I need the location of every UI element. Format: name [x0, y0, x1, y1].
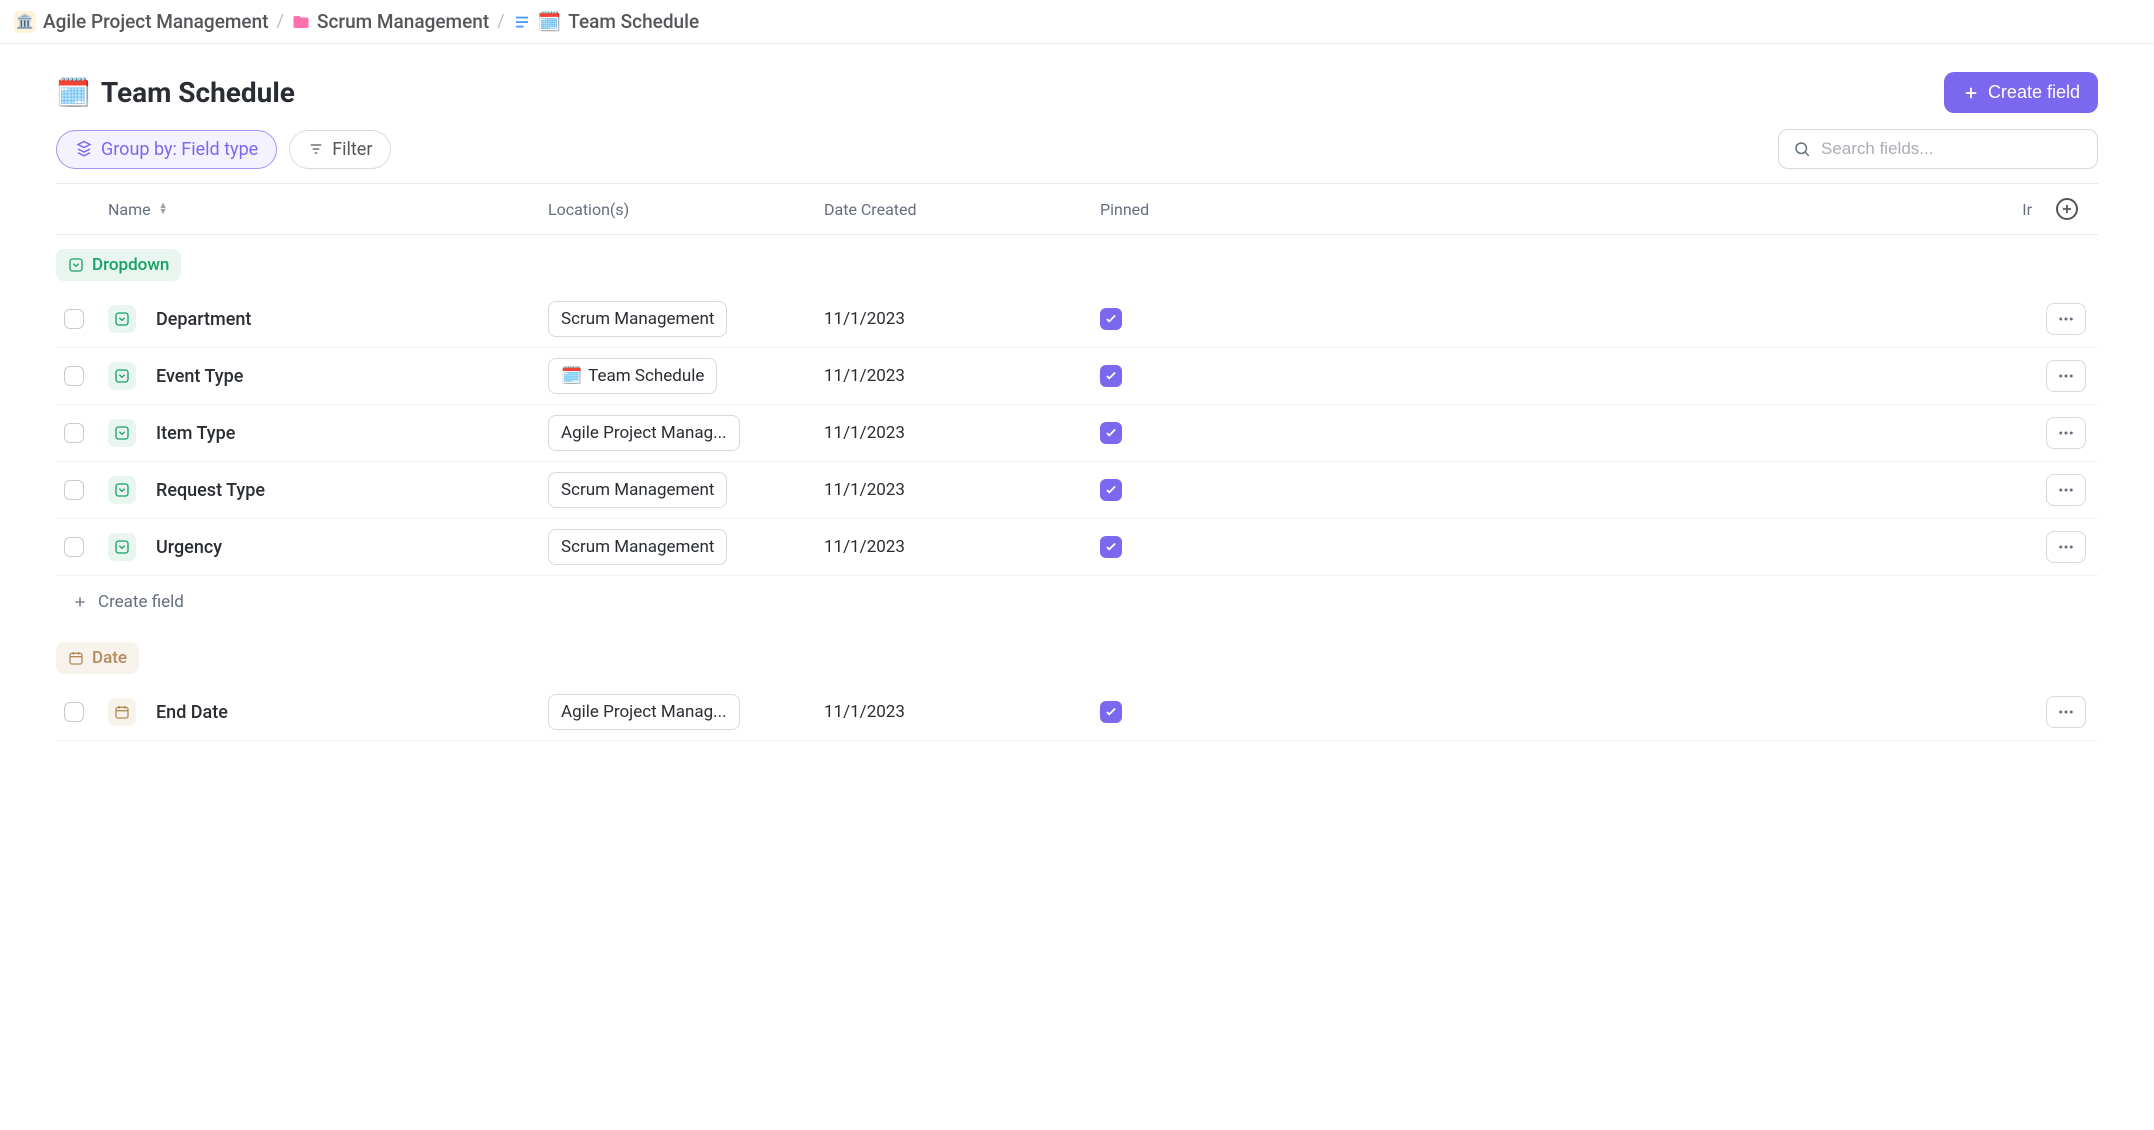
- group-header-date[interactable]: Date: [56, 628, 2098, 684]
- row-actions-button[interactable]: [2046, 417, 2086, 449]
- date-created: 11/1/2023: [824, 702, 905, 722]
- group-label: Dropdown: [92, 255, 169, 275]
- search-icon: [1793, 140, 1811, 158]
- breadcrumb-label: Scrum Management: [317, 10, 489, 33]
- calendar-emoji: 🗓️: [538, 10, 562, 33]
- date-icon: [68, 650, 84, 666]
- sort-icon[interactable]: ▲▼: [159, 203, 168, 215]
- field-name: Event Type: [156, 366, 243, 387]
- row-actions-button[interactable]: [2046, 360, 2086, 392]
- breadcrumb-label: Agile Project Management: [43, 10, 269, 33]
- location-chip[interactable]: 🗓️ Team Schedule: [548, 358, 717, 394]
- table-row[interactable]: Urgency Scrum Management 11/1/2023: [56, 519, 2098, 576]
- dropdown-icon: [108, 362, 136, 390]
- breadcrumb: 🏛️ Agile Project Management / Scrum Mana…: [0, 0, 2154, 44]
- pinned-badge[interactable]: [1100, 701, 1122, 723]
- table-row[interactable]: End Date Agile Project Manag... 11/1/2023: [56, 684, 2098, 741]
- row-checkbox[interactable]: [64, 366, 84, 386]
- location-chip[interactable]: Scrum Management: [548, 472, 727, 508]
- field-name: Request Type: [156, 480, 265, 501]
- field-name: End Date: [156, 702, 228, 723]
- date-created: 11/1/2023: [824, 309, 905, 329]
- group-pill[interactable]: Dropdown: [56, 249, 181, 281]
- location-chip[interactable]: Agile Project Manag...: [548, 694, 740, 730]
- column-header-pinned[interactable]: Pinned: [1100, 200, 1149, 219]
- pinned-badge[interactable]: [1100, 422, 1122, 444]
- location-chip[interactable]: Scrum Management: [548, 529, 727, 565]
- group-pill[interactable]: Date: [56, 642, 139, 674]
- create-field-inline-button[interactable]: Create field: [56, 576, 2098, 628]
- dropdown-icon: [108, 419, 136, 447]
- create-field-button[interactable]: Create field: [1944, 72, 2098, 113]
- date-created: 11/1/2023: [824, 366, 905, 386]
- dropdown-icon: [108, 305, 136, 333]
- breadcrumb-item-folder[interactable]: Scrum Management: [292, 10, 489, 33]
- dropdown-icon: [68, 257, 84, 273]
- title-row: 🗓️ Team Schedule Create field: [56, 72, 2098, 113]
- create-field-label: Create field: [1988, 82, 2080, 103]
- row-checkbox[interactable]: [64, 423, 84, 443]
- breadcrumb-item-list[interactable]: 🗓️ Team Schedule: [513, 10, 700, 33]
- breadcrumb-item-space[interactable]: 🏛️ Agile Project Management: [14, 10, 269, 33]
- date-created: 11/1/2023: [824, 537, 905, 557]
- filter-label: Filter: [332, 139, 372, 160]
- dropdown-icon: [108, 533, 136, 561]
- table-row[interactable]: Department Scrum Management 11/1/2023: [56, 291, 2098, 348]
- pinned-badge[interactable]: [1100, 308, 1122, 330]
- date-icon: [108, 698, 136, 726]
- list-icon: [513, 13, 531, 31]
- pinned-badge[interactable]: [1100, 479, 1122, 501]
- add-column-button[interactable]: [2056, 198, 2078, 220]
- search-input[interactable]: [1821, 139, 2083, 159]
- bank-icon: 🏛️: [14, 11, 36, 33]
- toolbar: Group by: Field type Filter: [56, 129, 2098, 169]
- column-header-truncated[interactable]: Ir: [2022, 200, 2032, 219]
- date-created: 11/1/2023: [824, 423, 905, 443]
- folder-icon: [292, 13, 310, 31]
- create-field-inline-label: Create field: [98, 592, 184, 612]
- row-actions-button[interactable]: [2046, 531, 2086, 563]
- date-created: 11/1/2023: [824, 480, 905, 500]
- row-actions-button[interactable]: [2046, 303, 2086, 335]
- breadcrumb-label: Team Schedule: [568, 10, 699, 33]
- breadcrumb-separator: /: [497, 11, 504, 32]
- table-row[interactable]: Event Type 🗓️ Team Schedule 11/1/2023: [56, 348, 2098, 405]
- table-header: Name ▲▼ Location(s) Date Created Pinned …: [56, 184, 2098, 235]
- row-actions-button[interactable]: [2046, 696, 2086, 728]
- breadcrumb-separator: /: [277, 11, 284, 32]
- table-row[interactable]: Request Type Scrum Management 11/1/2023: [56, 462, 2098, 519]
- filter-button[interactable]: Filter: [289, 130, 391, 169]
- dropdown-icon: [108, 476, 136, 504]
- fields-table: Name ▲▼ Location(s) Date Created Pinned …: [56, 183, 2098, 741]
- location-chip[interactable]: Scrum Management: [548, 301, 727, 337]
- column-header-name[interactable]: Name: [108, 200, 151, 219]
- field-name: Item Type: [156, 423, 235, 444]
- page-title: 🗓️ Team Schedule: [56, 76, 295, 109]
- pinned-badge[interactable]: [1100, 365, 1122, 387]
- group-header-dropdown[interactable]: Dropdown: [56, 235, 2098, 291]
- field-name: Urgency: [156, 537, 222, 558]
- search-box[interactable]: [1778, 129, 2098, 169]
- pinned-badge[interactable]: [1100, 536, 1122, 558]
- page-title-text: Team Schedule: [101, 76, 295, 109]
- group-label: Date: [92, 648, 127, 668]
- table-row[interactable]: Item Type Agile Project Manag... 11/1/2023: [56, 405, 2098, 462]
- row-checkbox[interactable]: [64, 309, 84, 329]
- page-emoji: 🗓️: [56, 76, 91, 109]
- row-checkbox[interactable]: [64, 537, 84, 557]
- field-name: Department: [156, 309, 251, 330]
- row-checkbox[interactable]: [64, 480, 84, 500]
- row-actions-button[interactable]: [2046, 474, 2086, 506]
- column-header-date-created[interactable]: Date Created: [824, 200, 917, 219]
- group-by-label: Group by: Field type: [101, 139, 258, 160]
- location-chip[interactable]: Agile Project Manag...: [548, 415, 740, 451]
- row-checkbox[interactable]: [64, 702, 84, 722]
- location-emoji: 🗓️: [561, 366, 582, 386]
- column-header-locations[interactable]: Location(s): [548, 200, 629, 219]
- group-by-button[interactable]: Group by: Field type: [56, 130, 277, 169]
